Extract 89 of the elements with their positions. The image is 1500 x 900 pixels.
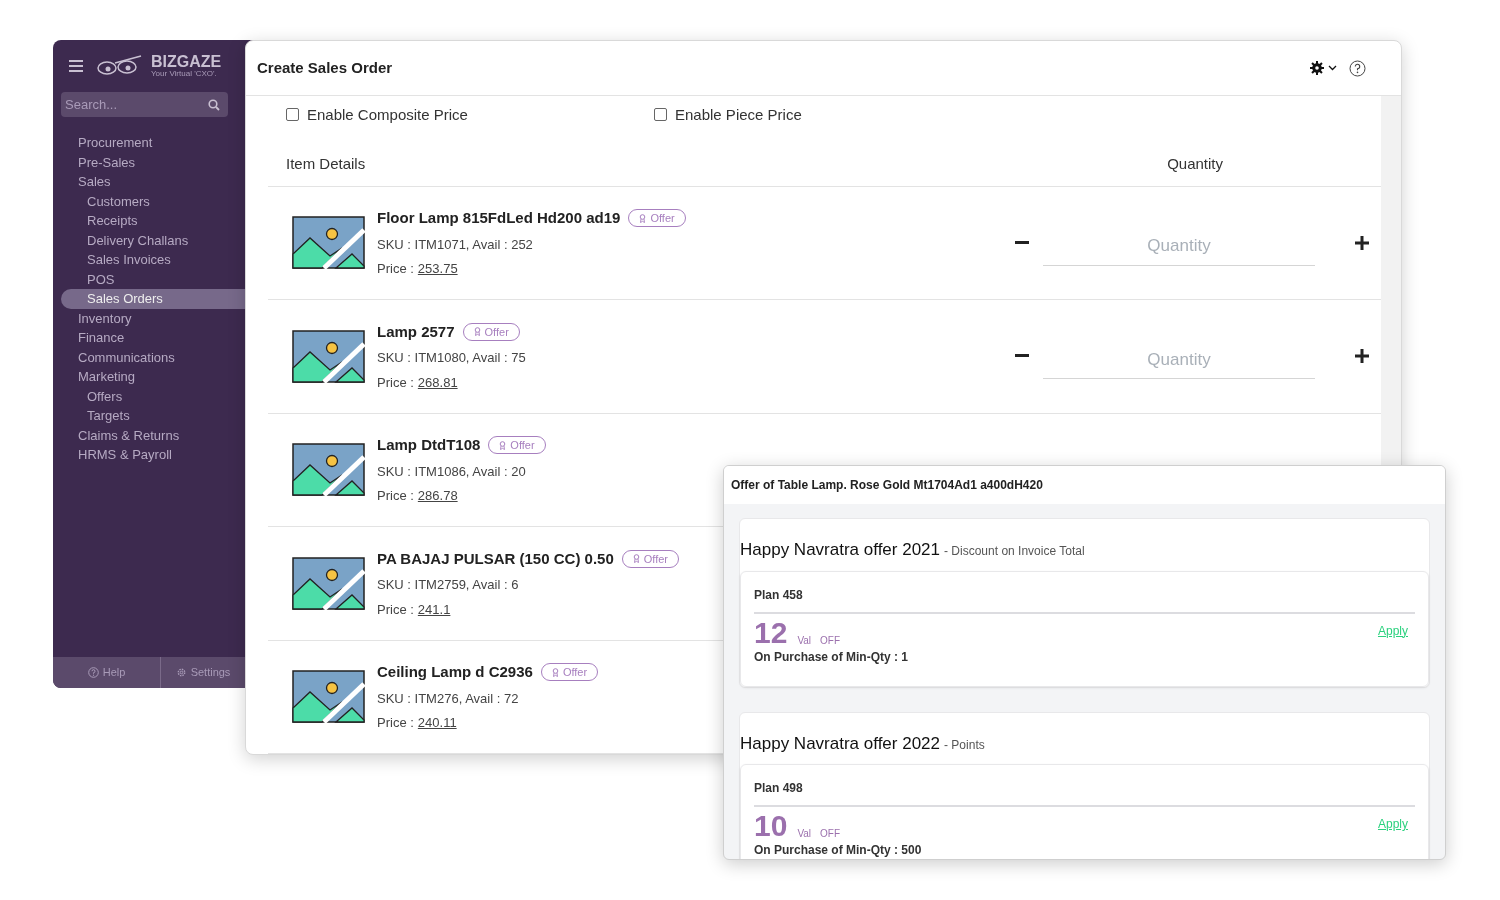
offer-name: Happy Navratra offer 2022: [740, 732, 941, 755]
sidebar-item[interactable]: HRMS & Payroll: [61, 445, 245, 465]
search-field[interactable]: Search...: [61, 92, 228, 117]
item-name: Lamp DtdT108: [377, 435, 481, 455]
off-label: OFF: [820, 827, 841, 841]
sku-text: SKU : ITM2759, Avail : 6: [377, 576, 520, 594]
offer-value: 10: [754, 811, 788, 841]
sidebar-item[interactable]: POS: [61, 269, 245, 289]
plus-icon[interactable]: [1355, 349, 1369, 364]
price-label: Price :: [377, 260, 414, 278]
ribbon-icon: [473, 327, 481, 337]
minus-icon[interactable]: [1015, 354, 1029, 359]
settings-icon: [175, 667, 187, 678]
eyes-logo-icon: [95, 55, 143, 77]
ribbon-icon: [551, 667, 559, 677]
min-qty-text: On Purchase of Min-Qty : 1: [754, 648, 910, 666]
sidebar-item[interactable]: Finance: [61, 328, 245, 348]
sidebar-item[interactable]: Customers: [61, 191, 245, 211]
price-label: Price :: [377, 600, 414, 619]
offer-name: Happy Navratra offer 2021: [740, 539, 941, 561]
quantity-field[interactable]: Quantity: [1043, 341, 1315, 380]
minus-icon[interactable]: [1015, 240, 1029, 245]
sidebar-item[interactable]: Inventory: [61, 308, 245, 328]
ribbon-icon: [499, 440, 507, 450]
help-icon: [87, 667, 99, 678]
price-link[interactable]: 268.81: [417, 372, 458, 392]
image-placeholder-icon: [292, 556, 365, 610]
settings-link[interactable]: Settings: [161, 657, 245, 688]
plan-name: Plan 498: [754, 765, 1415, 807]
menu-icon[interactable]: [69, 60, 83, 72]
sidebar-item[interactable]: Offers: [61, 386, 245, 406]
sku-text: SKU : ITM276, Avail : 72: [377, 689, 520, 708]
price-label: Price :: [377, 487, 414, 505]
sidebar-item[interactable]: Receipts: [61, 211, 245, 231]
item-name: PA BAJAJ PULSAR (150 CC) 0.50: [377, 548, 614, 569]
ribbon-icon: [639, 213, 647, 223]
search-icon[interactable]: [208, 98, 220, 111]
checkbox[interactable]: [654, 108, 667, 122]
checkbox-label[interactable]: Enable Piece Price: [675, 103, 802, 127]
price-link[interactable]: 286.78: [417, 486, 458, 506]
sidebar-item[interactable]: Sales Orders: [61, 289, 245, 309]
sidebar-item[interactable]: Delivery Challans: [61, 230, 245, 250]
brand-tagline: Your Virtual 'CXO'.: [151, 70, 218, 78]
caret-icon: [1328, 65, 1337, 71]
sku-text: SKU : ITM1080, Avail : 75: [377, 349, 526, 367]
plan-name: Plan 458: [754, 571, 1415, 614]
price-link[interactable]: 240.11: [417, 713, 457, 733]
settings-button[interactable]: [1310, 61, 1337, 75]
offer-value: 12: [754, 617, 788, 648]
sku-text: SKU : ITM1071, Avail : 252: [377, 235, 534, 254]
sku-text: SKU : ITM1086, Avail : 20: [377, 462, 527, 481]
sidebar-item[interactable]: Claims & Returns: [61, 425, 245, 445]
help-link[interactable]: Help: [53, 657, 161, 688]
offer-type: - Discount on Invoice Total: [944, 543, 1085, 560]
sidebar-item[interactable]: Communications: [61, 347, 245, 367]
plus-icon[interactable]: [1355, 235, 1369, 250]
item-name: Lamp 2577: [377, 321, 455, 342]
window-title: Create Sales Order: [257, 57, 393, 78]
price-label: Price :: [377, 714, 414, 732]
image-placeholder-icon: [292, 216, 365, 270]
sidebar-item[interactable]: Marketing: [61, 367, 245, 387]
sidebar-item[interactable]: Procurement: [61, 133, 245, 153]
price-link[interactable]: 253.75: [417, 259, 458, 279]
sidebar-item[interactable]: Sales Invoices: [61, 250, 245, 270]
checkbox[interactable]: [286, 108, 299, 122]
image-placeholder-icon: [292, 329, 365, 383]
image-placeholder-icon: [292, 443, 365, 497]
help-icon[interactable]: [1349, 59, 1366, 77]
price-link[interactable]: 241.1: [417, 599, 451, 619]
value-unit: Val: [797, 827, 812, 841]
brand-name: BIZGAZE: [151, 54, 222, 70]
price-label: Price :: [377, 373, 414, 392]
off-label: OFF: [820, 633, 841, 648]
sidebar-item[interactable]: Pre-Sales: [61, 152, 245, 172]
column-header: Quantity: [1167, 154, 1223, 174]
image-placeholder-icon: [292, 670, 365, 724]
settings-icon: [1310, 61, 1324, 75]
quantity-field[interactable]: Quantity: [1043, 227, 1315, 266]
column-header: Item Details: [286, 154, 366, 174]
min-qty-text: On Purchase of Min-Qty : 500: [754, 842, 923, 859]
value-unit: Val: [797, 633, 812, 648]
sidebar-item[interactable]: Sales: [61, 172, 245, 192]
item-name: Ceiling Lamp d C2936: [377, 662, 533, 682]
popup-title: Offer of Table Lamp. Rose Gold Mt1704Ad1 a400dH420: [731, 477, 1043, 494]
checkbox-label[interactable]: Enable Composite Price: [307, 103, 468, 127]
offer-type: - Points: [944, 736, 985, 754]
sidebar-item[interactable]: Targets: [61, 406, 245, 426]
ribbon-icon: [632, 554, 640, 564]
item-name: Floor Lamp 815FdLed Hd200 ad19: [377, 208, 621, 228]
